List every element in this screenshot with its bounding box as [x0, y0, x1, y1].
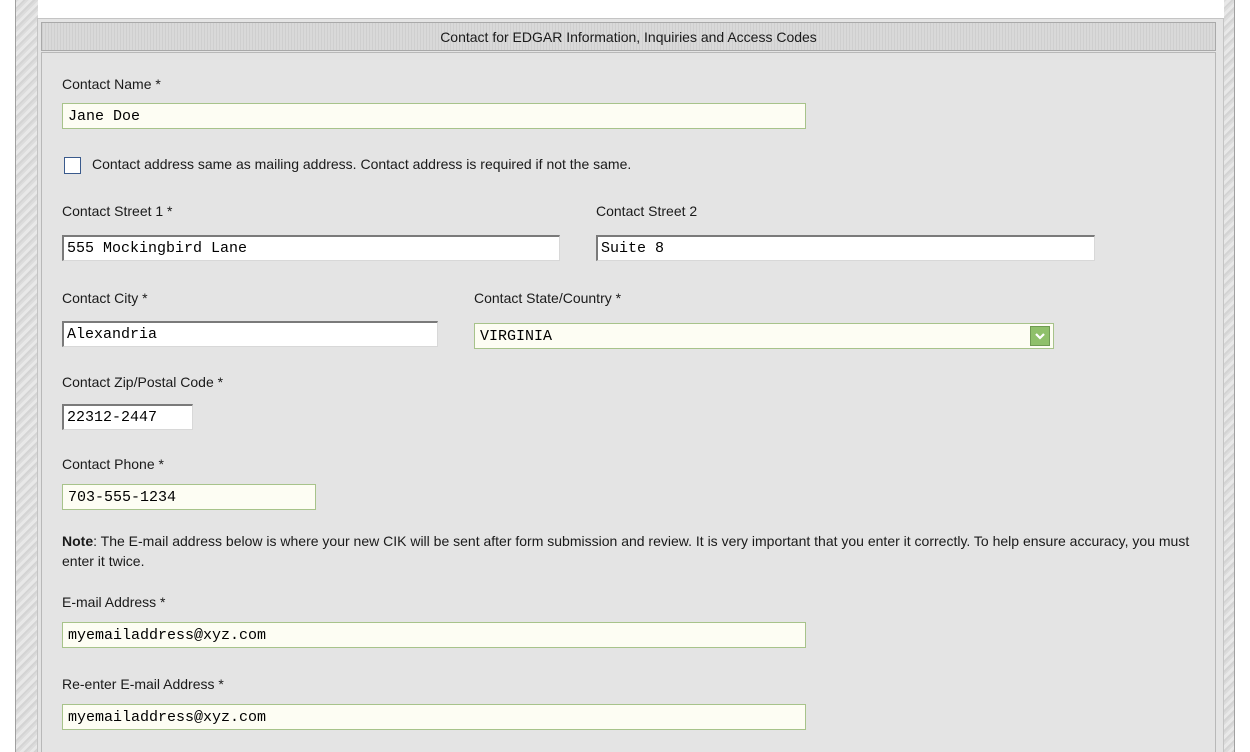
street2-value: Suite 8: [601, 240, 665, 257]
street1-label: Contact Street 1 *: [62, 203, 173, 219]
email-note: Note: The E-mail address below is where …: [62, 531, 1202, 571]
email-input[interactable]: myemailaddress@xyz.com: [62, 622, 806, 648]
street2-label: Contact Street 2: [596, 203, 698, 219]
contact-name-value: Jane Doe: [68, 107, 141, 125]
city-label: Contact City *: [62, 290, 148, 306]
email-confirm-value: myemailaddress@xyz.com: [68, 708, 267, 726]
chevron-down-icon[interactable]: [1030, 326, 1050, 346]
left-border-decoration: [15, 0, 38, 752]
zip-label: Contact Zip/Postal Code *: [62, 374, 224, 390]
note-text: : The E-mail address below is where your…: [62, 533, 1190, 569]
note-prefix: Note: [62, 533, 94, 549]
email-confirm-label: Re-enter E-mail Address *: [62, 676, 224, 692]
phone-label: Contact Phone *: [62, 456, 164, 472]
contact-name-label: Contact Name *: [62, 76, 161, 92]
street2-input[interactable]: Suite 8: [596, 235, 1095, 261]
email-label: E-mail Address *: [62, 594, 166, 610]
same-address-label: Contact address same as mailing address.…: [92, 156, 632, 172]
street1-value: 555 Mockingbird Lane: [67, 240, 248, 257]
chevron-down-glyph: [1035, 333, 1045, 340]
section-header: Contact for EDGAR Information, Inquiries…: [41, 22, 1216, 51]
city-value: Alexandria: [67, 326, 158, 343]
phone-input[interactable]: 703-555-1234: [62, 484, 316, 510]
zip-input[interactable]: 22312-2447: [62, 404, 193, 430]
state-select[interactable]: VIRGINIA: [474, 323, 1054, 349]
city-input[interactable]: Alexandria: [62, 321, 438, 347]
street1-input[interactable]: 555 Mockingbird Lane: [62, 235, 560, 261]
right-border-decoration: [1224, 0, 1235, 752]
zip-value: 22312-2447: [67, 409, 158, 426]
contact-name-input[interactable]: Jane Doe: [62, 103, 806, 129]
phone-value: 703-555-1234: [68, 488, 177, 506]
email-confirm-input[interactable]: myemailaddress@xyz.com: [62, 704, 806, 730]
section-title: Contact for EDGAR Information, Inquiries…: [440, 28, 817, 45]
state-value: VIRGINIA: [480, 327, 553, 345]
same-address-checkbox[interactable]: [64, 157, 81, 174]
state-label: Contact State/Country *: [474, 290, 622, 306]
email-value: myemailaddress@xyz.com: [68, 626, 267, 644]
